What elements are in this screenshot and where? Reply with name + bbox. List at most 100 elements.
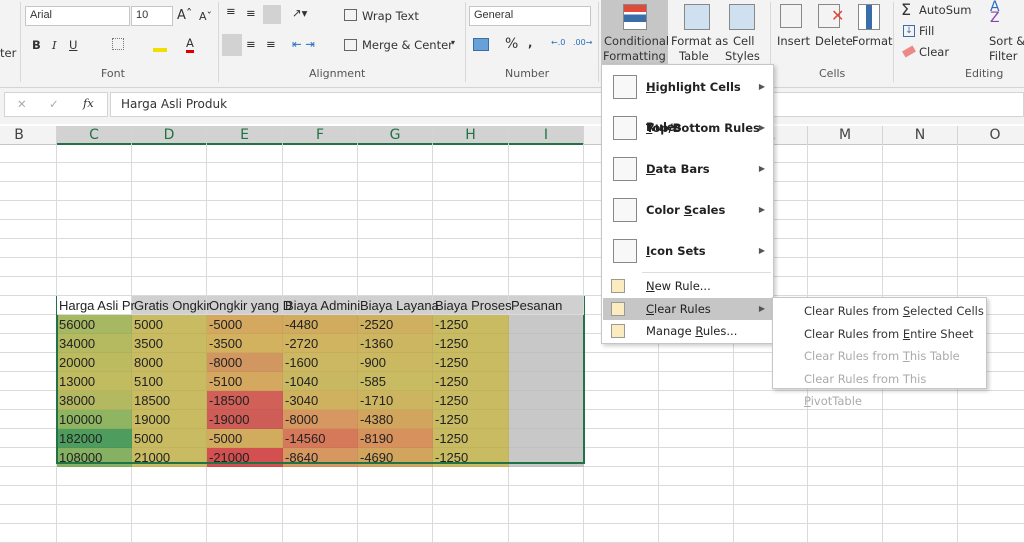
cell[interactable] — [433, 163, 509, 182]
cell[interactable] — [808, 144, 883, 163]
table-header-cell[interactable]: Pesanan — [509, 296, 584, 315]
cell[interactable] — [283, 163, 358, 182]
table-data-cell[interactable]: -4380 — [358, 410, 433, 429]
cell[interactable] — [883, 144, 958, 163]
cell[interactable] — [584, 391, 659, 410]
cell[interactable] — [509, 505, 584, 524]
table-data-cell[interactable] — [509, 448, 584, 467]
cell[interactable] — [958, 163, 1024, 182]
cell[interactable] — [659, 524, 734, 543]
table-data-cell[interactable]: -900 — [358, 353, 433, 372]
table-data-cell[interactable]: 13000 — [57, 372, 132, 391]
cell[interactable] — [283, 277, 358, 296]
cell[interactable] — [808, 239, 883, 258]
cell[interactable] — [132, 524, 207, 543]
cell[interactable] — [808, 467, 883, 486]
table-data-cell[interactable]: -1360 — [358, 334, 433, 353]
cell[interactable] — [433, 467, 509, 486]
cell[interactable] — [734, 448, 808, 467]
cell[interactable] — [207, 524, 283, 543]
cell[interactable] — [358, 239, 433, 258]
cell[interactable] — [958, 220, 1024, 239]
cell[interactable] — [358, 182, 433, 201]
cell[interactable] — [358, 505, 433, 524]
fill-color-icon[interactable] — [153, 38, 167, 52]
table-data-cell[interactable]: 8000 — [132, 353, 207, 372]
table-data-cell[interactable]: -1710 — [358, 391, 433, 410]
number-format-select[interactable]: General — [469, 6, 591, 26]
cell[interactable] — [808, 448, 883, 467]
cell[interactable] — [509, 486, 584, 505]
cell[interactable] — [958, 505, 1024, 524]
table-data-cell[interactable] — [509, 372, 584, 391]
column-header-H[interactable]: H — [433, 126, 509, 145]
cell[interactable] — [0, 505, 57, 524]
table-data-cell[interactable]: -3040 — [283, 391, 358, 410]
table-data-cell[interactable]: 100000 — [57, 410, 132, 429]
table-data-cell[interactable]: 34000 — [57, 334, 132, 353]
cell[interactable] — [57, 220, 132, 239]
cell[interactable] — [659, 486, 734, 505]
table-data-cell[interactable]: -4690 — [358, 448, 433, 467]
table-data-cell[interactable] — [509, 353, 584, 372]
middle-align-icon[interactable]: ≡ — [246, 6, 256, 20]
column-header-F[interactable]: F — [283, 126, 358, 145]
cell[interactable] — [808, 201, 883, 220]
cell[interactable] — [0, 182, 57, 201]
cell[interactable] — [659, 429, 734, 448]
font-size-select[interactable]: 10 — [131, 6, 173, 26]
cell[interactable] — [808, 505, 883, 524]
cell[interactable] — [883, 201, 958, 220]
cell[interactable] — [207, 163, 283, 182]
table-data-cell[interactable]: 38000 — [57, 391, 132, 410]
table-data-cell[interactable]: -1250 — [433, 410, 509, 429]
format-as-table-button[interactable]: Format as Table — [669, 0, 728, 64]
cell[interactable] — [509, 220, 584, 239]
cell[interactable] — [433, 258, 509, 277]
cell[interactable] — [509, 163, 584, 182]
cell[interactable] — [734, 410, 808, 429]
cell[interactable] — [0, 429, 57, 448]
top-align-icon[interactable]: ≡ — [226, 4, 236, 18]
table-data-cell[interactable]: -5000 — [207, 429, 283, 448]
cell[interactable] — [132, 220, 207, 239]
accounting-format-icon[interactable] — [473, 38, 489, 51]
cell[interactable] — [433, 524, 509, 543]
cell[interactable] — [584, 372, 659, 391]
clear-rules-option[interactable]: Clear Rules from Selected Cells — [804, 300, 984, 322]
column-header-N[interactable]: N — [883, 126, 958, 145]
column-header-O[interactable]: O — [958, 126, 1024, 145]
cell[interactable] — [358, 201, 433, 220]
cell[interactable] — [0, 315, 57, 334]
cf-menu-item-color-scales[interactable]: Color Scales ▶ — [603, 190, 773, 230]
cell[interactable] — [57, 239, 132, 258]
cell[interactable] — [57, 524, 132, 543]
cell[interactable] — [433, 182, 509, 201]
table-data-cell[interactable]: -8640 — [283, 448, 358, 467]
cell[interactable] — [808, 277, 883, 296]
cell[interactable] — [883, 277, 958, 296]
cell[interactable] — [57, 486, 132, 505]
cell[interactable] — [283, 258, 358, 277]
cell[interactable] — [958, 201, 1024, 220]
cell[interactable] — [659, 391, 734, 410]
cell[interactable] — [883, 467, 958, 486]
cell[interactable] — [584, 505, 659, 524]
cell[interactable] — [358, 220, 433, 239]
cell[interactable] — [584, 429, 659, 448]
cell[interactable] — [283, 182, 358, 201]
cell[interactable] — [958, 391, 1024, 410]
table-data-cell[interactable]: 21000 — [132, 448, 207, 467]
increase-decimal-icon[interactable]: ←.0 — [551, 38, 565, 47]
cell[interactable] — [132, 239, 207, 258]
align-right-icon[interactable]: ≡ — [266, 37, 276, 51]
decrease-decimal-icon[interactable]: .00→ — [573, 38, 592, 47]
table-data-cell[interactable]: 108000 — [57, 448, 132, 467]
cell[interactable] — [132, 163, 207, 182]
cell[interactable] — [883, 410, 958, 429]
table-data-cell[interactable]: -8000 — [283, 410, 358, 429]
cell[interactable] — [207, 144, 283, 163]
table-data-cell[interactable] — [509, 429, 584, 448]
table-data-cell[interactable]: -1250 — [433, 315, 509, 334]
cell[interactable] — [132, 277, 207, 296]
